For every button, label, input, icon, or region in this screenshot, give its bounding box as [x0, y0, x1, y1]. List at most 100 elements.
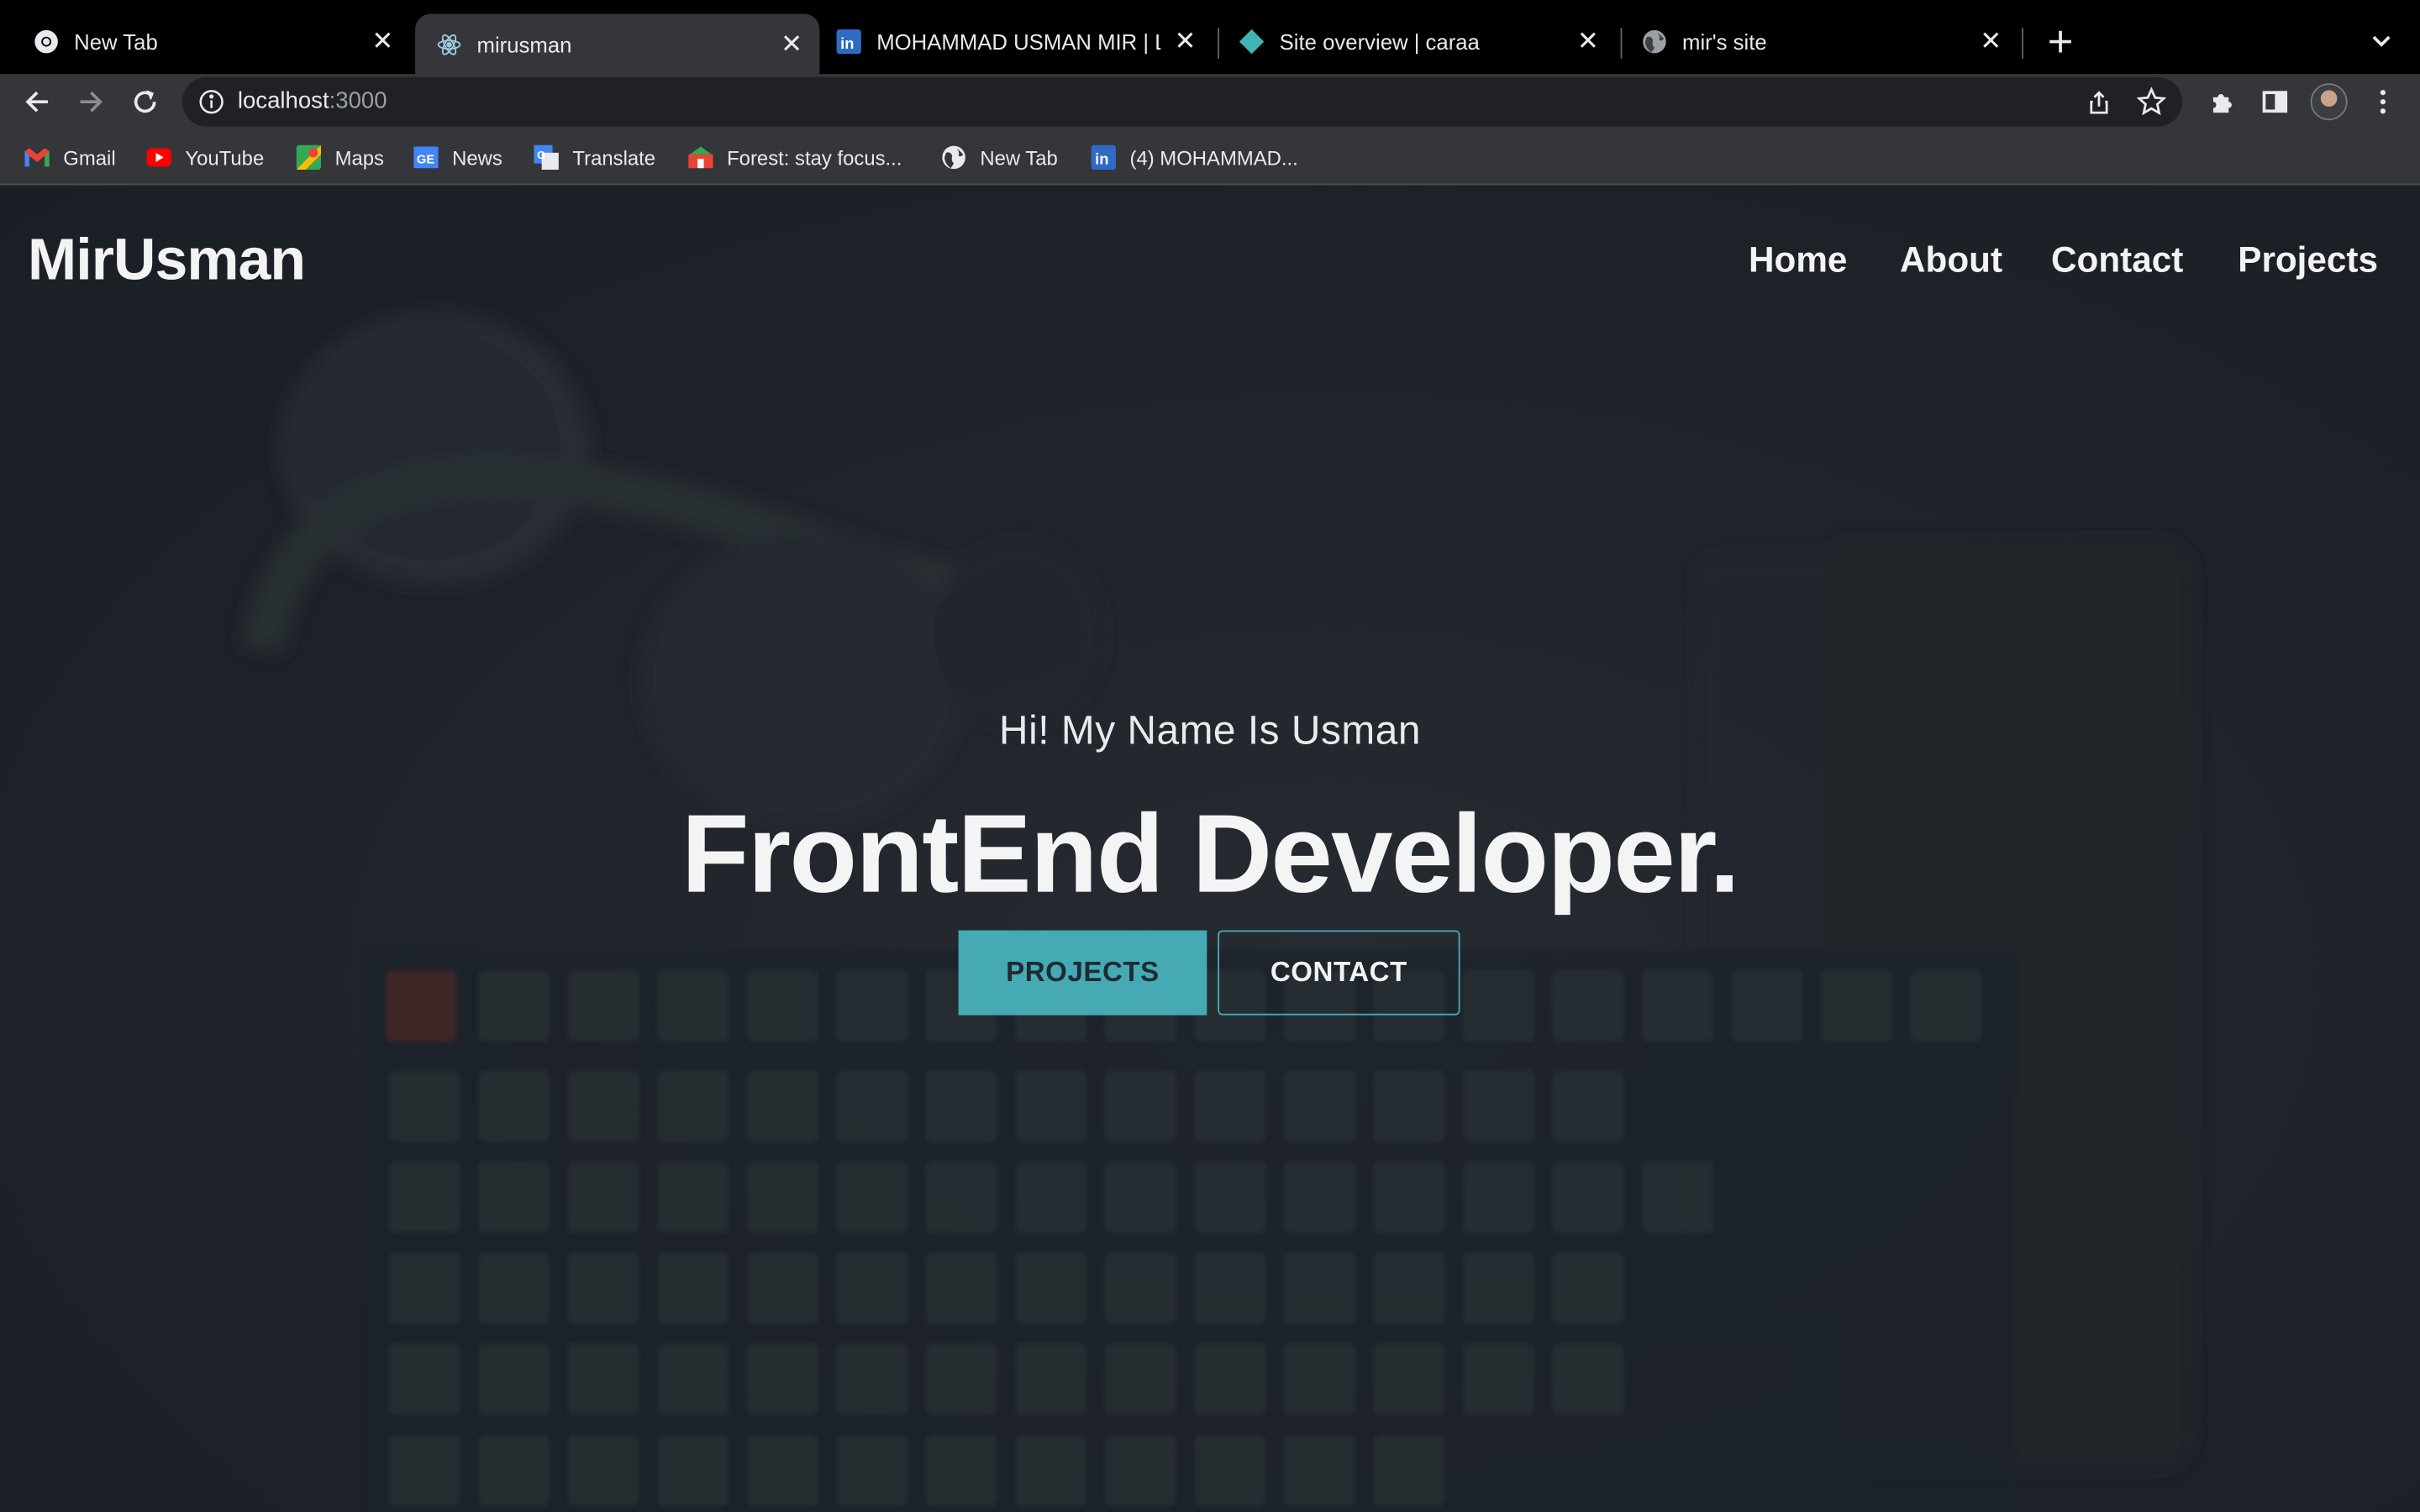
background-keyboard-key [1194, 1435, 1266, 1506]
background-keyboard-key [746, 1252, 818, 1324]
svg-text:G: G [537, 149, 545, 161]
background-keyboard-key [1105, 1162, 1176, 1233]
tab-title: New Tab [74, 29, 158, 55]
news-icon: GE [413, 145, 439, 170]
bookmark-translate[interactable]: G Translate [534, 144, 656, 171]
side-panel-icon[interactable] [2254, 81, 2296, 123]
background-keyboard-key [1373, 1162, 1445, 1233]
nav-link-home[interactable]: Home [1749, 239, 1847, 281]
close-tab-icon[interactable]: ✕ [1170, 26, 1201, 57]
background-keyboard-key [836, 1435, 908, 1506]
background-keyboard-key [836, 1343, 908, 1415]
hero-subtitle: Hi! My Name Is Usman [999, 706, 1421, 753]
new-tab-button[interactable] [2040, 22, 2081, 62]
tab-search-chevron-icon[interactable] [2365, 24, 2398, 58]
bookmark-label: Maps [334, 145, 384, 170]
background-keyboard-key [1284, 1343, 1355, 1415]
background-keyboard-key [1552, 1162, 1624, 1233]
site-logo[interactable]: MirUsman [28, 228, 306, 295]
bookmark-gmail[interactable]: Gmail [24, 144, 116, 171]
background-keyboard-key [657, 1343, 729, 1415]
bookmark-youtube[interactable]: YouTube [146, 144, 264, 171]
browser-menu-icon[interactable] [2361, 81, 2404, 123]
background-keyboard-key [567, 1252, 639, 1324]
svg-text:in: in [840, 34, 854, 52]
background-keyboard-key [1194, 1343, 1266, 1415]
background-keyboard-key [567, 1343, 639, 1415]
background-keyboard-key [746, 1162, 818, 1233]
background-keyboard-key [1463, 970, 1534, 1042]
bookmark-label: Translate [572, 145, 656, 170]
contact-button[interactable]: CONTACT [1218, 930, 1460, 1016]
bookmark-maps[interactable]: Maps [296, 144, 384, 171]
background-keyboard-key [388, 1435, 460, 1506]
maps-icon [296, 144, 322, 171]
nav-link-projects[interactable]: Projects [2238, 239, 2378, 281]
address-bar[interactable]: localhost:3000 [182, 76, 2183, 127]
background-keyboard-key [388, 1343, 460, 1415]
background-keyboard-key [1105, 1435, 1176, 1506]
background-keyboard-key [1194, 1252, 1266, 1324]
background-keyboard-key [1463, 1162, 1534, 1233]
bookmark-label: News [452, 145, 502, 170]
extensions-icon[interactable] [2201, 81, 2244, 123]
background-keyboard-key [1642, 1162, 1713, 1233]
background-keyboard-key [657, 1162, 729, 1233]
globe-icon [1642, 29, 1666, 54]
close-tab-icon[interactable]: ✕ [367, 26, 398, 57]
tab-mirusman[interactable]: mirusman ✕ [415, 13, 820, 75]
tab-site-overview[interactable]: Site overview | caraa ✕ [1218, 13, 1616, 71]
background-keyboard-key [1463, 1070, 1534, 1142]
bookmark-news[interactable]: GE News [413, 144, 502, 171]
close-tab-icon[interactable]: ✕ [1573, 26, 1604, 57]
background-keyboard-key [1015, 1162, 1087, 1233]
reload-button[interactable] [124, 81, 166, 123]
tab-title: MOHAMMAD USMAN MIR | Lin [876, 29, 1161, 55]
background-keyboard-key [746, 1070, 818, 1142]
bookmark-star-icon[interactable] [2136, 87, 2167, 118]
bookmarks-bar: Gmail YouTube Maps GE News G Translate F… [0, 129, 2420, 186]
bookmark-label: YouTube [185, 145, 265, 170]
background-keyboard-key [1105, 1070, 1176, 1142]
close-tab-icon[interactable]: ✕ [1975, 26, 2007, 57]
profile-avatar[interactable] [2310, 83, 2348, 121]
background-keyboard-key [1552, 1343, 1624, 1415]
bookmark-linkedin[interactable]: in (4) MOHAMMAD... [1091, 144, 1298, 171]
share-icon[interactable] [2084, 87, 2115, 118]
close-tab-icon[interactable]: ✕ [776, 29, 808, 60]
forest-icon [688, 145, 713, 170]
site-info-icon[interactable] [197, 88, 225, 116]
tab-linkedin[interactable]: in MOHAMMAD USMAN MIR | Lin ✕ [815, 13, 1213, 71]
background-keyboard-key [926, 1162, 997, 1233]
background-keyboard-key [567, 1070, 639, 1142]
background-keyboard-key [746, 1343, 818, 1415]
background-keyboard-key [388, 1252, 460, 1324]
background-keyboard-key [746, 1435, 818, 1506]
browser-toolbar: localhost:3000 [0, 74, 2420, 130]
projects-button[interactable]: PROJECTS [958, 930, 1207, 1016]
background-keyboard-key [1552, 1070, 1624, 1142]
svg-text:GE: GE [417, 154, 434, 167]
background-keyboard-key [926, 1252, 997, 1324]
background-keyboard-key [926, 1435, 997, 1506]
bookmark-label: (4) MOHAMMAD... [1129, 145, 1298, 170]
tab-title: Site overview | caraa [1279, 29, 1480, 55]
nav-link-contact[interactable]: Contact [2051, 239, 2183, 281]
svg-text:in: in [1095, 150, 1108, 168]
background-keyboard-key [1373, 1252, 1445, 1324]
browser-tab-strip: New Tab ✕ mirusman ✕ in MOHAMMAD USMAN M… [0, 0, 2420, 75]
nav-link-about[interactable]: About [1900, 239, 2002, 281]
bookmark-new-tab[interactable]: New Tab [941, 144, 1058, 171]
background-keyboard-key [478, 1070, 550, 1142]
background-keyboard-key [1015, 1252, 1087, 1324]
background-keyboard-key [1373, 1435, 1445, 1506]
linkedin-icon: in [1091, 144, 1116, 171]
page-viewport: MirUsman Home About Contact Projects Hi!… [0, 186, 2420, 1512]
tab-new-tab[interactable]: New Tab ✕ [13, 13, 411, 71]
background-keyboard-key [478, 1435, 550, 1506]
forward-button[interactable] [70, 81, 113, 123]
back-button[interactable] [15, 81, 58, 123]
tab-mirs-site[interactable]: mir's site ✕ [1621, 13, 2019, 71]
background-keyboard-key [478, 970, 550, 1042]
bookmark-forest[interactable]: Forest: stay focus... [688, 144, 902, 171]
